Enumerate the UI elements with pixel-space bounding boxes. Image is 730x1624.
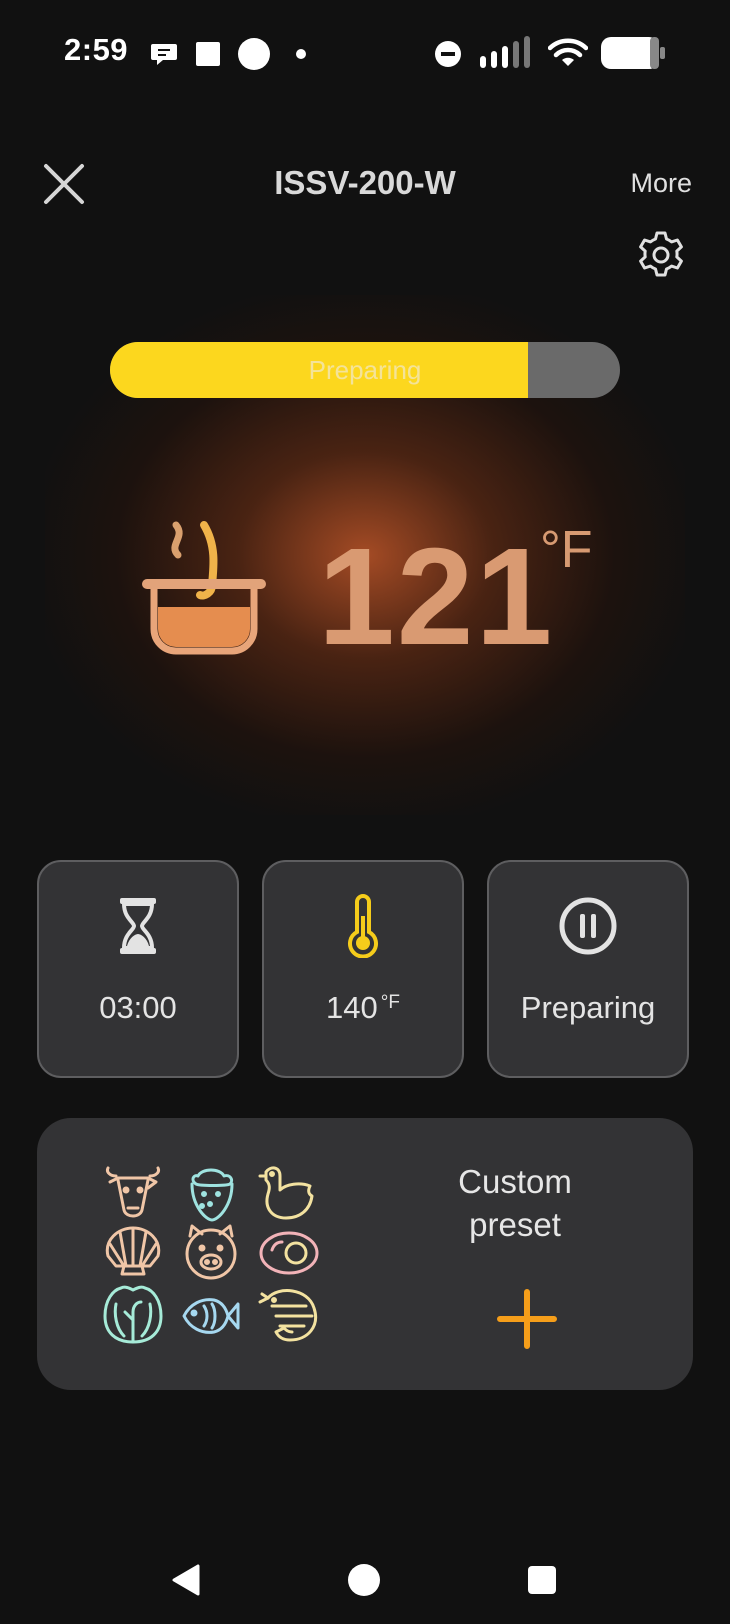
hourglass-icon [120, 898, 156, 954]
do-not-disturb-icon [435, 41, 461, 67]
custom-preset-title-line1: Custom [458, 1163, 572, 1200]
chat-bubble-icon [151, 44, 177, 65]
status-label: Preparing [520, 990, 656, 1025]
pot-icon [142, 521, 266, 655]
current-temperature: 121 [318, 520, 555, 674]
strawberry-icon [190, 1168, 234, 1222]
target-temperature-text: 140 °F [264, 990, 462, 1026]
dot-icon [296, 49, 306, 59]
pig-icon [185, 1224, 237, 1280]
timer-value: 03:00 [99, 990, 177, 1025]
device-title: ISSV-200-W [274, 164, 456, 201]
status-card[interactable]: Preparing [487, 860, 689, 1078]
fish-icon [182, 1298, 240, 1334]
custom-preset-title: Custom preset [420, 1160, 610, 1246]
temperature-unit: °F [540, 521, 593, 579]
signal-icon [480, 36, 530, 68]
chicken-icon [258, 1166, 314, 1220]
square-notification-icon [196, 42, 220, 66]
plus-icon[interactable] [496, 1288, 558, 1350]
progress-bar: Preparing [110, 342, 620, 398]
gear-icon[interactable] [636, 230, 686, 280]
recents-square-icon[interactable] [528, 1566, 556, 1594]
more-button[interactable]: More [630, 168, 692, 199]
shell-icon [105, 1226, 161, 1276]
wifi-icon [548, 38, 588, 66]
cow-icon [106, 1166, 160, 1218]
target-temperature-unit: °F [380, 992, 400, 1013]
custom-preset-title-line2: preset [469, 1206, 561, 1243]
progress-label: Preparing [308, 354, 422, 385]
thermometer-icon [348, 894, 378, 958]
home-circle-icon[interactable] [348, 1564, 380, 1596]
pause-icon [559, 897, 617, 955]
status-time: 2:59 [64, 32, 129, 67]
lettuce-icon [103, 1285, 163, 1344]
circle-notification-icon [238, 38, 270, 70]
target-temperature-card[interactable]: 140 °F [262, 860, 464, 1078]
battery-icon [601, 37, 665, 69]
shrimp-icon [258, 1289, 317, 1342]
egg-icon [259, 1231, 319, 1275]
target-temperature-value: 140 [326, 990, 378, 1025]
back-triangle-icon[interactable] [168, 1562, 204, 1598]
timer-card[interactable]: 03:00 [37, 860, 239, 1078]
